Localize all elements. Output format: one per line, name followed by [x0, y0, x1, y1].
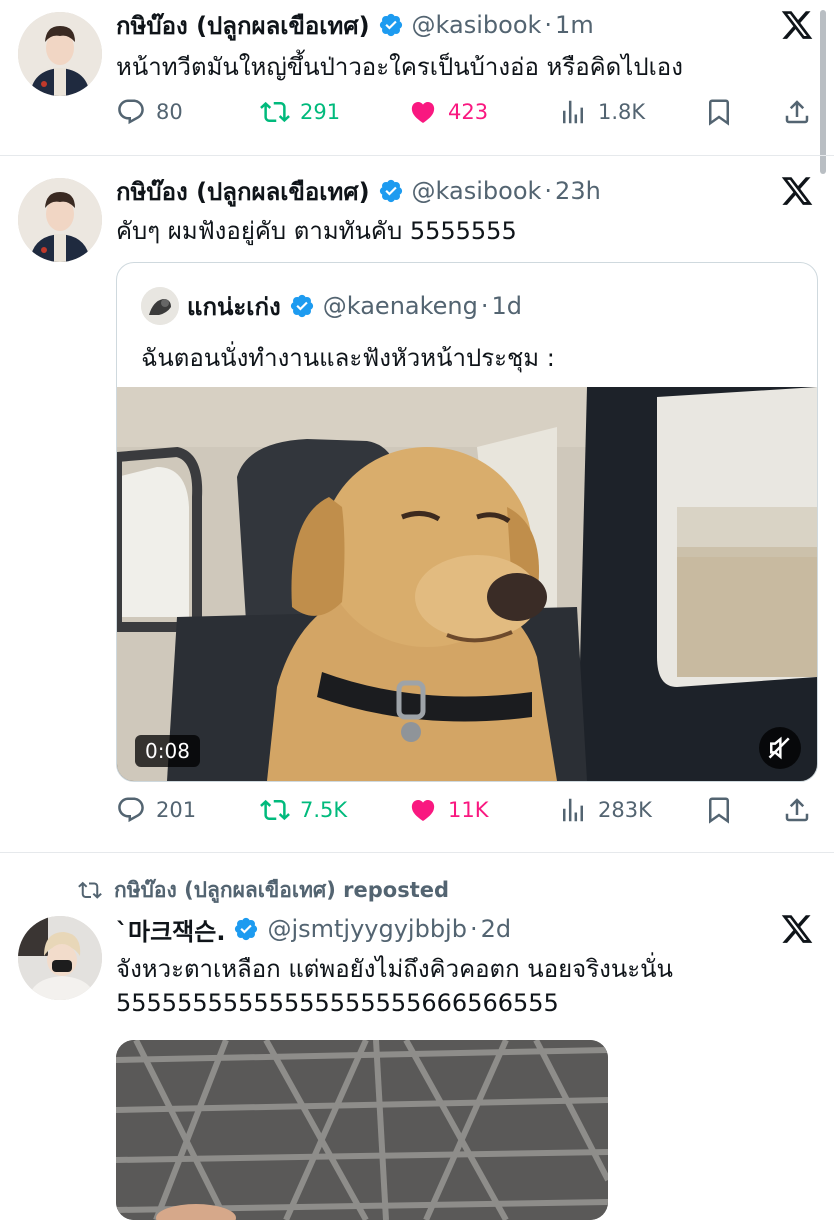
- tweet-text: คับๆ ผมฟังอยู่คับ ตามทันคับ 5555555: [116, 217, 517, 245]
- repost-count: 7.5K: [300, 798, 348, 822]
- avatar-image: [18, 12, 102, 96]
- like-button[interactable]: 423: [408, 92, 488, 132]
- verified-badge-icon: [290, 294, 313, 318]
- author-handle[interactable]: @kasibook: [412, 177, 542, 205]
- quoted-tweet-text: ฉันตอนนั่งทำงานและฟังหัวหน้าประชุม :: [141, 344, 555, 372]
- author-name[interactable]: กษิบ๊อง (ปลูกผลเขือเทศ): [116, 6, 370, 45]
- quoted-avatar[interactable]: [141, 287, 179, 325]
- tweet-text-line-2: 55555555555555555555666566555: [116, 989, 559, 1017]
- x-logo-icon: [781, 11, 813, 39]
- views-count: 283K: [598, 798, 652, 822]
- reply-count: 80: [156, 100, 183, 124]
- video-player[interactable]: 0:08: [117, 387, 817, 781]
- verified-badge-icon: [379, 179, 402, 203]
- quoted-author-handle[interactable]: @kaenakeng: [323, 292, 478, 320]
- reply-count: 201: [156, 798, 197, 822]
- bookmark-icon: [709, 797, 729, 824]
- repost-context-text: กษิบ๊อง (ปลูกผลเขือเทศ) reposted: [114, 877, 450, 902]
- share-button[interactable]: [782, 92, 822, 132]
- share-icon: [785, 798, 809, 822]
- repost-count: 291: [300, 100, 341, 124]
- video-frame-dog-in-car: [117, 387, 817, 781]
- media-image-steel-truss: [116, 1040, 608, 1220]
- quoted-timestamp[interactable]: 1d: [492, 292, 523, 320]
- quoted-tweet[interactable]: แกน่ะเก่ง @kaenakeng · 1d ฉันตอนนั่งทำงา…: [116, 262, 818, 782]
- author-handle[interactable]: @kasibook: [412, 11, 542, 39]
- x-logo-icon: [781, 177, 813, 205]
- timestamp[interactable]: 23h: [555, 177, 601, 205]
- author-name[interactable]: กษิบ๊อง (ปลูกผลเขือเทศ): [116, 172, 370, 211]
- reply-button[interactable]: 201: [116, 790, 196, 830]
- like-icon: [411, 102, 435, 123]
- reply-icon: [118, 797, 144, 823]
- verified-badge-icon: [379, 13, 402, 37]
- repost-icon: [260, 799, 290, 821]
- like-icon: [411, 800, 435, 821]
- quoted-avatar-image: [141, 287, 179, 325]
- mute-button[interactable]: [759, 727, 801, 769]
- like-count: 423: [448, 100, 489, 124]
- repost-button[interactable]: 7.5K: [260, 790, 347, 830]
- like-count: 11K: [448, 798, 489, 822]
- views-count: 1.8K: [598, 100, 646, 124]
- like-button[interactable]: 11K: [408, 790, 489, 830]
- video-duration: 0:08: [135, 735, 200, 767]
- repost-button[interactable]: 291: [260, 92, 340, 132]
- timestamp[interactable]: 1m: [555, 11, 594, 39]
- divider: [0, 852, 834, 853]
- share-button[interactable]: [782, 790, 822, 830]
- avatar-image: [18, 178, 102, 262]
- views-button[interactable]: 1.8K: [558, 92, 645, 132]
- share-icon: [785, 100, 809, 124]
- timestamp[interactable]: 2d: [481, 915, 512, 943]
- verified-badge-icon: [235, 917, 258, 941]
- avatar[interactable]: [18, 178, 102, 262]
- views-button[interactable]: 283K: [558, 790, 652, 830]
- bookmark-button[interactable]: [704, 790, 744, 830]
- quoted-author-name[interactable]: แกน่ะเก่ง: [187, 287, 281, 326]
- tweet-media-image[interactable]: [116, 1040, 608, 1220]
- reply-button[interactable]: 80: [116, 92, 183, 132]
- repost-icon: [260, 101, 290, 123]
- avatar-image: [18, 916, 102, 1000]
- avatar[interactable]: [18, 916, 102, 1000]
- x-logo-icon: [781, 915, 813, 943]
- bookmark-button[interactable]: [704, 92, 744, 132]
- avatar[interactable]: [18, 12, 102, 96]
- reply-icon: [118, 99, 144, 125]
- separator-dot: ·: [544, 177, 553, 205]
- tweet-1[interactable]: กษิบ๊อง (ปลูกผลเขือเทศ) @kasibook · 1m ห…: [0, 0, 834, 155]
- tweet-text: หน้าทวีตมันใหญ่ขึ้นป่าวอะใครเป็นบ้างอ่อ …: [116, 53, 683, 81]
- mute-icon: [768, 736, 790, 760]
- separator-dot: ·: [469, 915, 478, 943]
- separator-dot: ·: [480, 292, 489, 320]
- author-name[interactable]: `마크잭슨.: [116, 912, 225, 947]
- views-icon: [563, 798, 583, 822]
- bookmark-icon: [709, 99, 729, 126]
- author-handle[interactable]: @jsmtjyygyjbbjb: [267, 915, 467, 943]
- separator-dot: ·: [544, 11, 553, 39]
- tweet-text-line-1: จังหวะตาเหลือก แต่พอยังไม่ถึงคิวคอตก นอย…: [116, 955, 673, 983]
- repost-icon: [78, 881, 102, 899]
- views-icon: [563, 100, 583, 124]
- repost-context[interactable]: กษิบ๊อง (ปลูกผลเขือเทศ) reposted: [78, 874, 449, 906]
